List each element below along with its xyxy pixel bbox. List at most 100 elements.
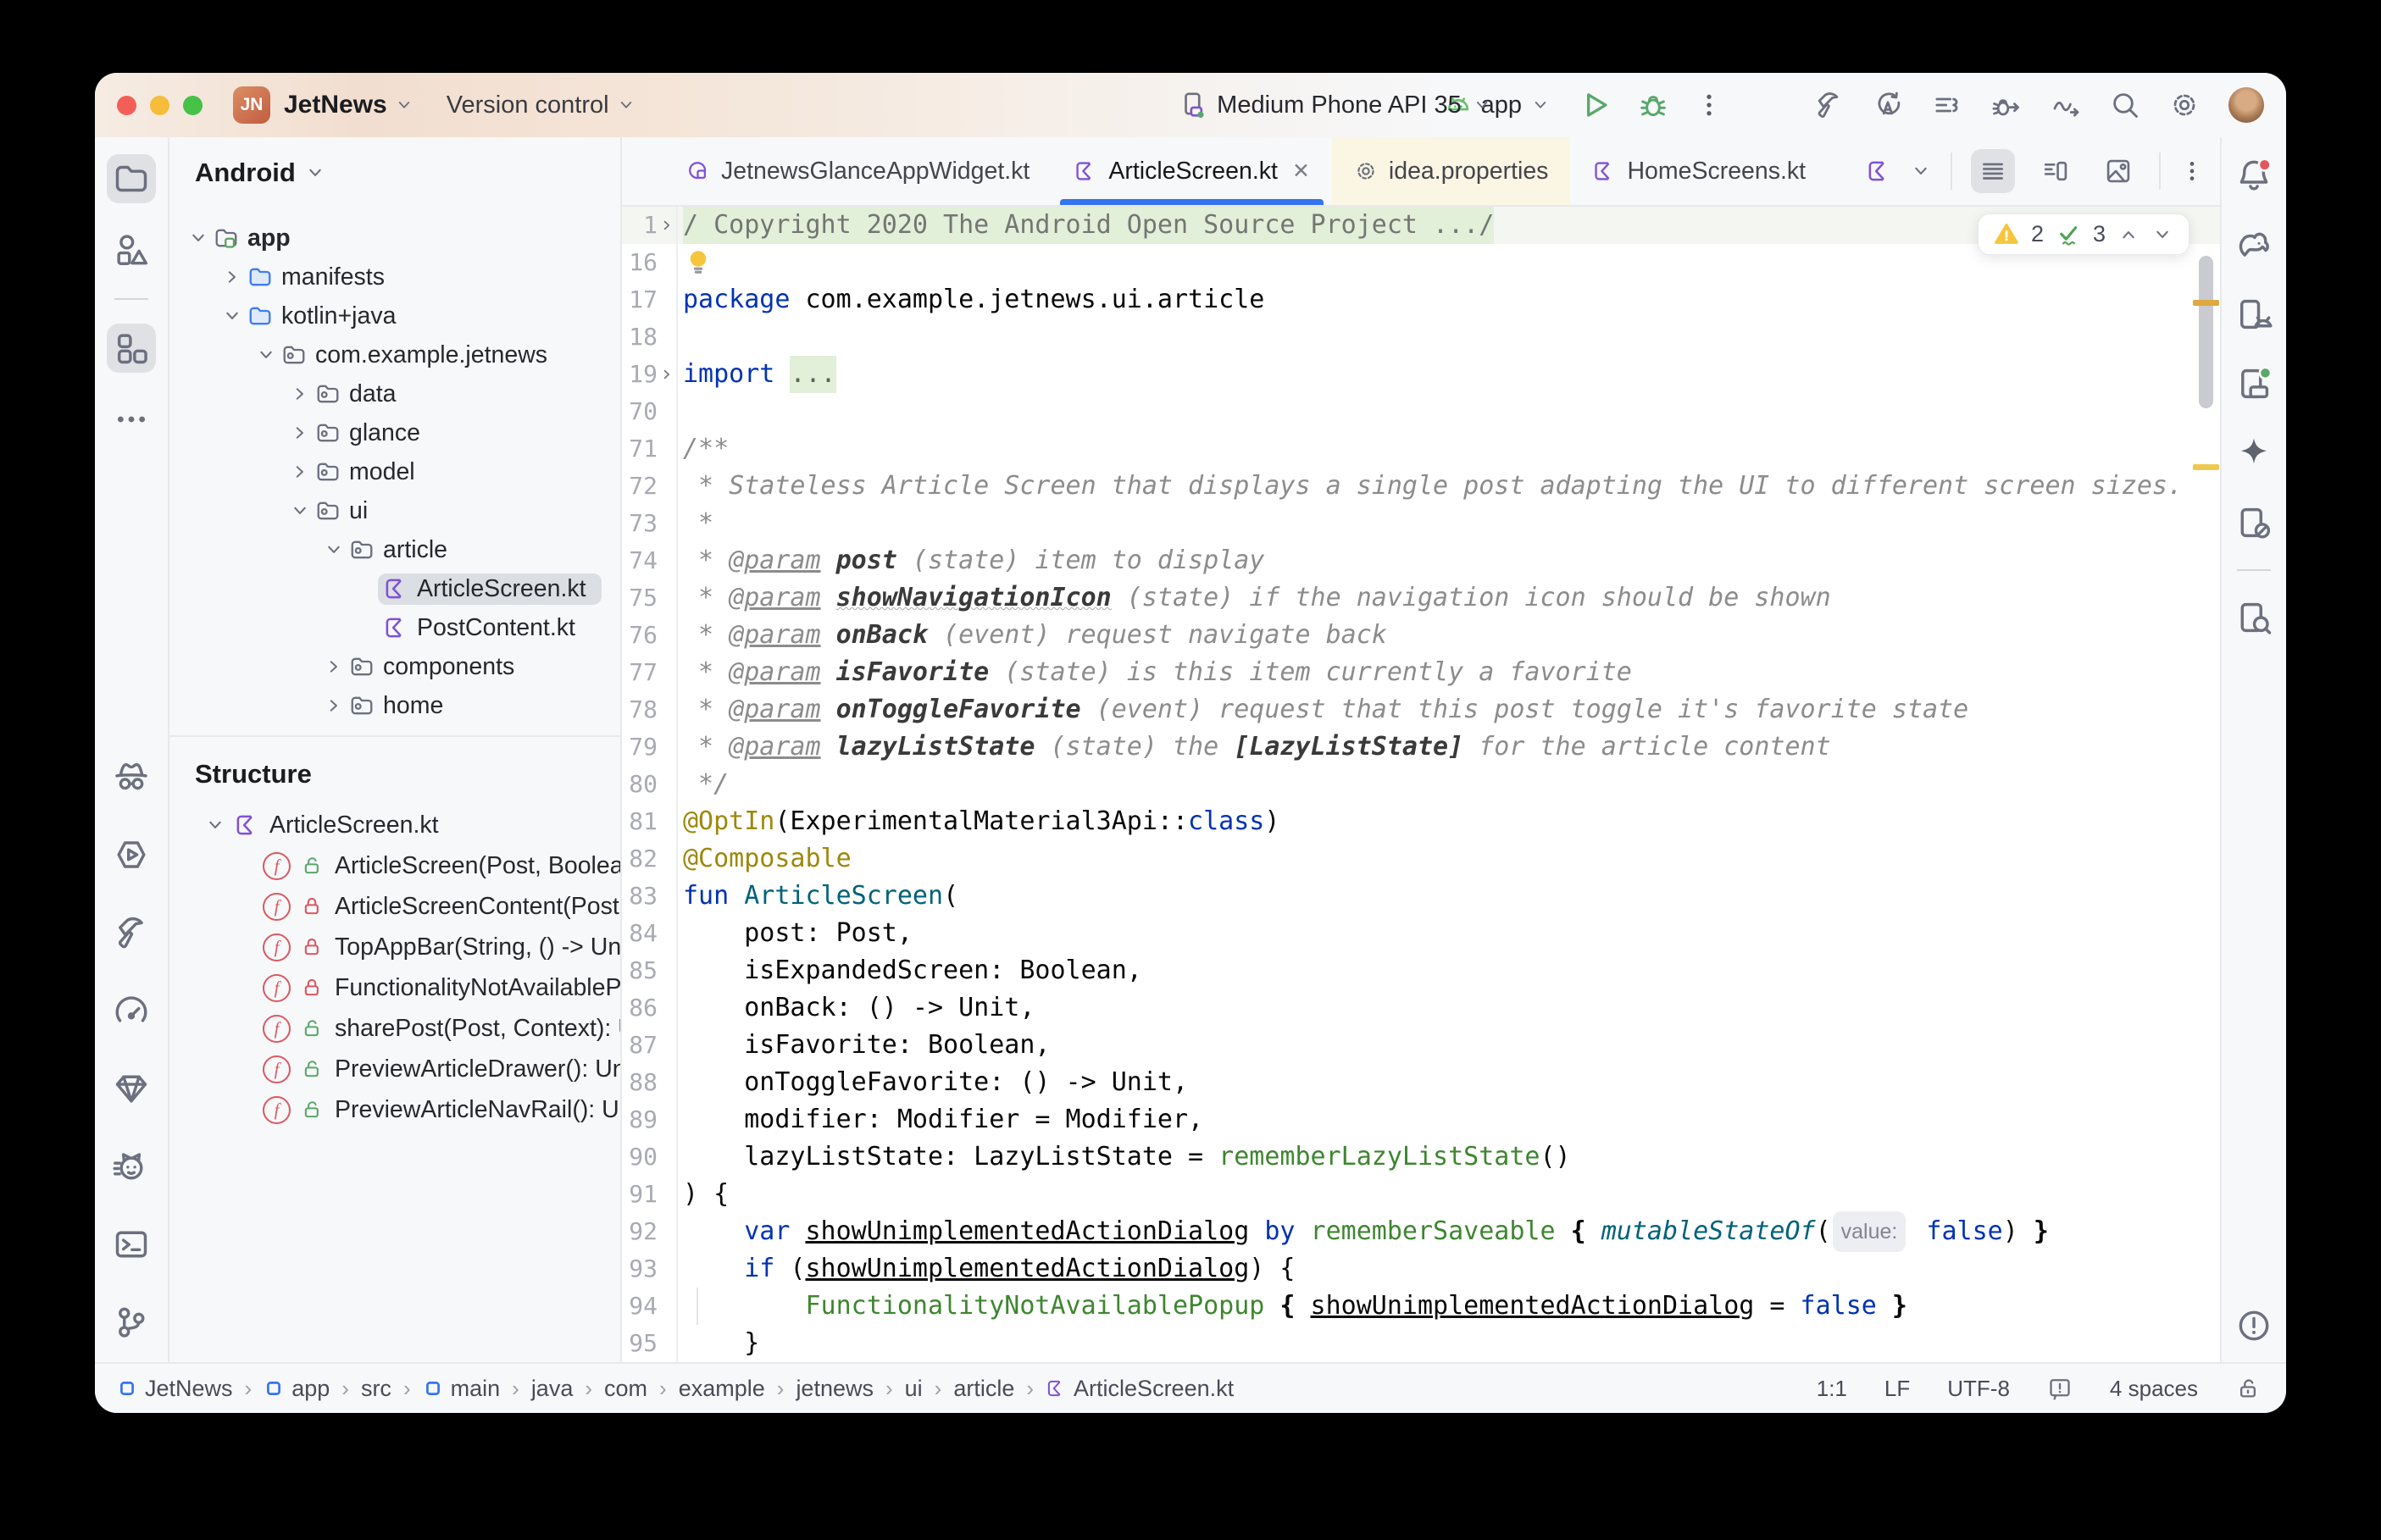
build-button[interactable]	[1813, 90, 1844, 120]
tree-item-PostContent.kt[interactable]: PostContent.kt	[169, 608, 620, 647]
gutter[interactable]: 80	[622, 766, 678, 803]
gutter[interactable]: 73	[622, 505, 678, 542]
tree-item-ArticleScreen.kt[interactable]: ArticleScreen.kt	[169, 569, 620, 608]
editor-options-kebab-icon[interactable]	[2179, 158, 2205, 184]
attach-debugger-button[interactable]	[1991, 90, 2022, 120]
gutter[interactable]: 18	[622, 319, 678, 356]
search-everywhere-button[interactable]	[2110, 90, 2140, 120]
minimize-window-button[interactable]	[150, 96, 169, 115]
breadcrumb-item[interactable]: jetnews	[796, 1376, 874, 1402]
chevright-icon[interactable]	[289, 461, 311, 483]
tool-running-devices[interactable]	[2229, 359, 2278, 408]
tool-device-explorer[interactable]	[2229, 498, 2278, 547]
gutter[interactable]: 71	[622, 430, 678, 468]
gutter[interactable]: 70	[622, 393, 678, 430]
design-view-button[interactable]	[2096, 149, 2140, 193]
chevdown-icon[interactable]	[289, 500, 311, 522]
structure-item[interactable]: fFunctionalityNotAvailablePop	[169, 967, 620, 1008]
gutter[interactable]: 87	[622, 1027, 678, 1064]
notification-bubble-icon[interactable]	[2047, 1376, 2073, 1401]
chevdown-icon[interactable]	[255, 344, 277, 366]
split-view-button[interactable]	[2034, 149, 2078, 193]
tree-item-model[interactable]: model	[169, 452, 620, 491]
gutter[interactable]: 89	[622, 1101, 678, 1138]
tool-structure[interactable]	[107, 324, 156, 373]
project-view-selector[interactable]: Android	[169, 137, 620, 197]
gutter[interactable]: 84	[622, 915, 678, 952]
sync-lines-button[interactable]	[1932, 90, 1962, 120]
kotlin-file-icon[interactable]	[1866, 158, 1891, 184]
gutter[interactable]: 95	[622, 1325, 678, 1362]
tool-resource-manager[interactable]	[107, 225, 156, 274]
tool-terminal[interactable]	[107, 1220, 156, 1269]
structure-item[interactable]: fTopAppBar(String, () -> Unit,	[169, 927, 620, 967]
inspections-widget[interactable]: 2 3	[1978, 213, 2190, 255]
structure-item[interactable]: fsharePost(Post, Context): Un	[169, 1008, 620, 1049]
gutter[interactable]: 90	[622, 1138, 678, 1176]
bulb-icon[interactable]	[683, 247, 713, 278]
chevdown-icon[interactable]	[221, 305, 243, 327]
tool-app-inspection[interactable]	[2229, 593, 2278, 642]
breadcrumb-item[interactable]: ArticleScreen.kt	[1046, 1376, 1234, 1402]
scrollbar-warning-mark[interactable]	[2193, 300, 2219, 306]
gutter[interactable]: 16	[622, 244, 678, 281]
settings-button[interactable]	[2169, 90, 2200, 120]
gutter[interactable]: 82	[622, 840, 678, 878]
tree-item-components[interactable]: components	[169, 647, 620, 686]
editor-scrollbar-thumb[interactable]	[2199, 256, 2213, 408]
gutter[interactable]: 19	[622, 356, 678, 393]
gutter[interactable]: 81	[622, 803, 678, 840]
gutter[interactable]: 86	[622, 989, 678, 1027]
zoom-window-button[interactable]	[183, 96, 203, 115]
chevright-icon[interactable]	[289, 383, 311, 405]
close-window-button[interactable]	[117, 96, 136, 115]
gutter[interactable]: 79	[622, 728, 678, 766]
breadcrumb-item[interactable]: src	[361, 1376, 391, 1402]
gutter[interactable]: 92	[622, 1213, 678, 1250]
gutter[interactable]: 85	[622, 952, 678, 989]
gutter[interactable]: 77	[622, 654, 678, 691]
breadcrumb-item[interactable]: app	[264, 1376, 330, 1402]
run-button[interactable]	[1579, 89, 1612, 121]
gutter[interactable]: 78	[622, 691, 678, 728]
tool-logcat[interactable]	[107, 1142, 156, 1191]
line-separator[interactable]: LF	[1884, 1376, 1910, 1402]
close-icon[interactable]: ✕	[1292, 158, 1310, 184]
tool-profiler[interactable]	[107, 986, 156, 1035]
tab-JetnewsGlanceAppWidget.kt[interactable]: JetnewsGlanceAppWidget.kt	[664, 137, 1052, 205]
tree-item-article[interactable]: article	[169, 530, 620, 569]
chevdown-icon[interactable]	[323, 539, 345, 561]
tool-gemini[interactable]	[2229, 429, 2278, 478]
breadcrumb-item[interactable]: ui	[905, 1376, 923, 1402]
chevright-icon[interactable]	[323, 695, 345, 717]
chevright-icon[interactable]	[658, 217, 675, 234]
structure-item[interactable]: fPreviewArticleDrawer(): Unit	[169, 1049, 620, 1089]
tool-more[interactable]	[107, 395, 156, 444]
apply-changes-button[interactable]	[1873, 90, 1903, 120]
unlock-icon[interactable]	[2235, 1376, 2261, 1401]
tree-item-kotlin+java[interactable]: kotlin+java	[169, 296, 620, 335]
gutter[interactable]: 83	[622, 878, 678, 915]
file-encoding[interactable]: UTF-8	[1947, 1376, 2010, 1402]
tool-app-inspection[interactable]	[107, 1064, 156, 1113]
breadcrumb-item[interactable]: JetNews	[117, 1376, 233, 1402]
tab-ArticleScreen.kt[interactable]: ArticleScreen.kt✕	[1052, 137, 1332, 205]
scrollbar-warning-mark[interactable]	[2193, 464, 2219, 470]
gutter[interactable]: 72	[622, 468, 678, 505]
breadcrumb-item[interactable]: java	[531, 1376, 574, 1402]
gutter[interactable]: 75	[622, 579, 678, 617]
project-name[interactable]: JetNews	[284, 91, 387, 119]
vcs-menu[interactable]: Version control	[447, 91, 609, 119]
tool-project[interactable]	[107, 154, 156, 203]
gutter[interactable]: 93	[622, 1250, 678, 1288]
code-view-button[interactable]	[1971, 149, 2015, 193]
structure-root[interactable]: ArticleScreen.kt	[169, 805, 620, 845]
tree-item-data[interactable]: data	[169, 374, 620, 413]
tree-item-com.example.jetnews[interactable]: com.example.jetnews	[169, 335, 620, 374]
gutter[interactable]: 94	[622, 1288, 678, 1325]
prev-issue-chevron-up-icon[interactable]	[2117, 224, 2140, 246]
tool-run[interactable]	[107, 830, 156, 879]
chevdown-icon[interactable]	[187, 227, 209, 249]
tree-item-home[interactable]: home	[169, 686, 620, 725]
user-avatar[interactable]	[2228, 87, 2264, 123]
